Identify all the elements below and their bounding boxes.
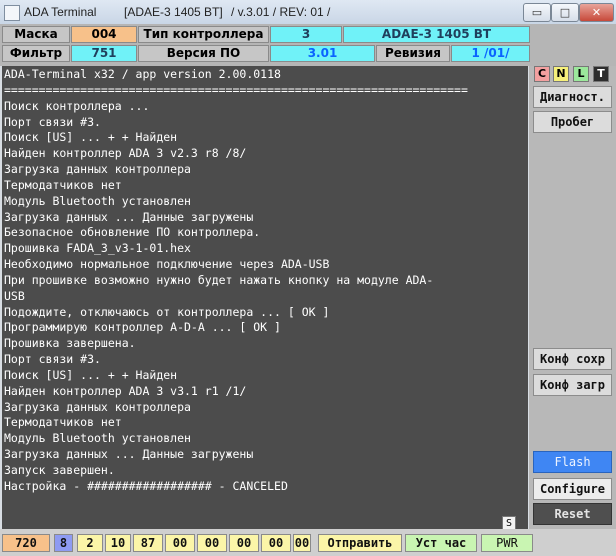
byte-field[interactable]: 10	[105, 534, 131, 552]
set-time-button[interactable]: Уст час	[405, 534, 477, 552]
terminal-line: Модуль Bluetooth установлен	[4, 431, 191, 445]
maximize-button[interactable]: □	[551, 3, 579, 22]
config-load-button[interactable]: Конф загр	[533, 374, 612, 396]
terminal-line: Термодатчиков нет	[4, 178, 122, 192]
configure-button[interactable]: Configure	[533, 478, 612, 500]
window-title-version: / v.3.01 / REV: 01 /	[231, 5, 331, 19]
byte-field[interactable]: 00	[197, 534, 227, 552]
terminal-line: Необходимо нормальное подключение через …	[4, 257, 330, 271]
byte-field[interactable]: 00	[229, 534, 259, 552]
mode-l-button[interactable]: L	[573, 66, 589, 82]
terminal-line: Поиск [US] ... + + Найден	[4, 368, 178, 382]
byte-field[interactable]: 00	[261, 534, 291, 552]
mask-value[interactable]: 004	[71, 26, 137, 43]
mode-c-button[interactable]: C	[534, 66, 550, 82]
terminal-line: ========================================…	[4, 83, 468, 97]
terminal-line: Термодатчиков нет	[4, 415, 122, 429]
terminal-line: Загрузка данных контроллера	[4, 400, 191, 414]
terminal-line: Поиск контроллера ...	[4, 99, 150, 113]
filter-label: Фильтр	[2, 45, 70, 62]
mask-label: Маска	[2, 26, 70, 43]
title-bar: ADA Terminal [ADAE-3 1405 BT] / v.3.01 /…	[0, 0, 616, 25]
status-value-8: 8	[54, 534, 73, 552]
terminal-line: Прошивка завершена.	[4, 336, 136, 350]
terminal-line: Порт связи #3.	[4, 352, 101, 366]
mode-n-button[interactable]: N	[553, 66, 569, 82]
mileage-button[interactable]: Пробег	[533, 111, 612, 133]
revision-label: Ревизия	[376, 45, 450, 62]
config-save-button[interactable]: Конф сохр	[533, 348, 612, 370]
filter-value[interactable]: 751	[71, 45, 137, 62]
terminal-line: Запуск завершен.	[4, 463, 115, 477]
window-title: ADA Terminal	[24, 5, 97, 19]
info-bar: Маска 004 Тип контроллера 3 ADAE-3 1405 …	[0, 24, 616, 66]
flash-button[interactable]: Flash	[533, 451, 612, 473]
pwr-indicator: PWR	[481, 534, 533, 552]
terminal-line: Прошивка FADA_3_v3-1-01.hex	[4, 241, 191, 255]
terminal-line: Порт связи #3.	[4, 115, 101, 129]
status-value-720: 720	[2, 534, 50, 552]
terminal-line: USB	[4, 289, 25, 303]
terminal-line: Поиск [US] ... + + Найден	[4, 130, 178, 144]
terminal-line: Найден контроллер ADA 3 v2.3 r8 /8/	[4, 146, 247, 160]
terminal-line: При прошивке возможно нужно будет нажать…	[4, 273, 434, 287]
byte-field[interactable]: 2	[77, 534, 103, 552]
terminal-line: Настройка - ################## - CANCELE…	[4, 479, 288, 493]
sw-version-label: Версия ПО	[138, 45, 269, 62]
controller-model: ADAE-3 1405 BT	[343, 26, 530, 43]
minimize-button[interactable]: ▭	[523, 3, 551, 22]
terminal-line: Модуль Bluetooth установлен	[4, 194, 191, 208]
terminal-line: Загрузка данных контроллера	[4, 162, 191, 176]
terminal-line: Загрузка данных ... Данные загружены	[4, 447, 254, 461]
byte-field[interactable]: 87	[133, 534, 163, 552]
controller-type-number: 3	[270, 26, 342, 43]
diagnostics-button[interactable]: Диагност.	[533, 86, 612, 108]
terminal-output[interactable]: ADA-Terminal x32 / app version 2.00.0118…	[2, 66, 528, 530]
byte-field[interactable]: 00	[293, 534, 311, 552]
terminal-line: Подождите, отключаюсь от контроллера ...…	[4, 305, 330, 319]
sw-version-value: 3.01	[270, 45, 375, 62]
byte-field[interactable]: 00	[165, 534, 195, 552]
reset-button[interactable]: Reset	[533, 503, 612, 525]
terminal-line: Загрузка данных ... Данные загружены	[4, 210, 254, 224]
revision-value: 1 /01/	[451, 45, 530, 62]
right-panel: C N L T Диагност. Пробег Конф сохр Конф …	[529, 66, 616, 529]
window-title-device: [ADAE-3 1405 BT]	[124, 5, 223, 19]
close-button[interactable]: ✕	[579, 3, 614, 22]
mode-t-button[interactable]: T	[593, 66, 609, 82]
status-bar: 720 8 2 10 87 00 00 00 00 00 Отправить У…	[0, 529, 616, 556]
controller-type-label: Тип контроллера	[138, 26, 269, 43]
send-button[interactable]: Отправить	[318, 534, 402, 552]
terminal-line: Найден контроллер ADA 3 v3.1 r1 /1/	[4, 384, 247, 398]
terminal-line: ADA-Terminal x32 / app version 2.00.0118	[4, 67, 281, 81]
terminal-line: Безопасное обновление ПО контроллера.	[4, 225, 261, 239]
scroll-lock-button[interactable]: S	[502, 516, 516, 530]
terminal-line: Программирую контроллер A-D-A ... [ OK ]	[4, 320, 281, 334]
app-icon	[4, 5, 20, 21]
